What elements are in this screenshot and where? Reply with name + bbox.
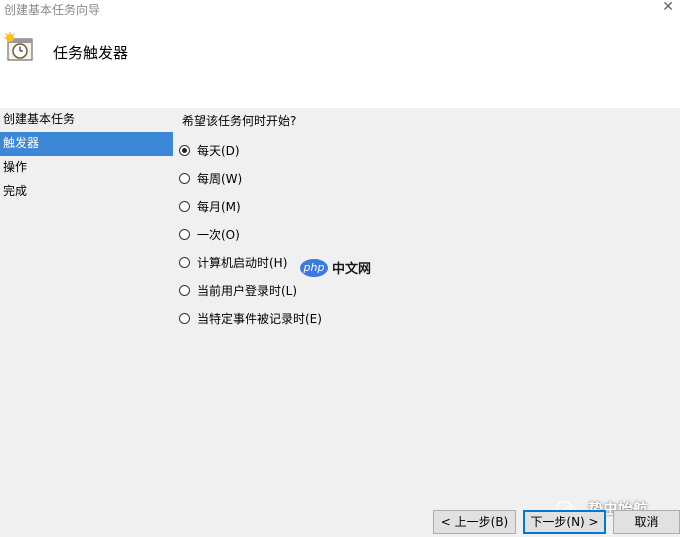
- option-startup-label: 计算机启动时(H): [197, 255, 288, 270]
- option-daily[interactable]: 每天(D): [179, 140, 240, 160]
- next-button[interactable]: 下一步(N) >: [523, 510, 606, 534]
- wizard-header: 任务触发器: [0, 18, 680, 108]
- radio-event[interactable]: [179, 312, 190, 324]
- option-startup[interactable]: 计算机启动时(H): [179, 252, 287, 272]
- wizard-steps-sidebar: 创建基本任务 触发器 操作 完成: [0, 108, 173, 204]
- cancel-button[interactable]: 取消: [613, 510, 680, 534]
- question-label: 希望该任务何时开始?: [182, 114, 297, 128]
- close-icon[interactable]: ✕: [662, 0, 674, 15]
- option-logon[interactable]: 当前用户登录时(L): [179, 280, 297, 300]
- option-weekly[interactable]: 每周(W): [179, 168, 242, 188]
- radio-daily[interactable]: [179, 144, 190, 156]
- option-daily-label: 每天(D): [197, 143, 240, 158]
- sidebar-item-action[interactable]: 操作: [0, 156, 173, 180]
- sidebar-item-create-task[interactable]: 创建基本任务: [0, 108, 173, 132]
- radio-once[interactable]: [179, 228, 190, 240]
- title-bar: 创建基本任务向导 ✕: [0, 0, 680, 18]
- page-title: 任务触发器: [53, 44, 129, 62]
- clock-calendar-icon: [4, 32, 33, 61]
- radio-monthly[interactable]: [179, 200, 190, 212]
- back-button[interactable]: < 上一步(B): [433, 510, 516, 534]
- option-once-label: 一次(O): [197, 227, 240, 242]
- option-event[interactable]: 当特定事件被记录时(E): [179, 308, 322, 328]
- option-monthly[interactable]: 每月(M): [179, 196, 241, 216]
- radio-logon[interactable]: [179, 284, 190, 296]
- option-weekly-label: 每周(W): [197, 171, 243, 186]
- php-watermark-text: 中文网: [332, 262, 372, 277]
- radio-startup[interactable]: [179, 256, 190, 268]
- php-logo-icon: php: [300, 258, 328, 277]
- option-logon-label: 当前用户登录时(L): [197, 283, 298, 298]
- window-title: 创建基本任务向导: [4, 3, 101, 17]
- radio-weekly[interactable]: [179, 172, 190, 184]
- php-watermark: php 中文网: [300, 258, 371, 277]
- sidebar-item-trigger[interactable]: 触发器: [0, 132, 173, 156]
- option-once[interactable]: 一次(O): [179, 224, 240, 244]
- option-monthly-label: 每月(M): [197, 199, 241, 214]
- option-event-label: 当特定事件被记录时(E): [197, 311, 322, 326]
- sidebar-item-finish[interactable]: 完成: [0, 180, 173, 204]
